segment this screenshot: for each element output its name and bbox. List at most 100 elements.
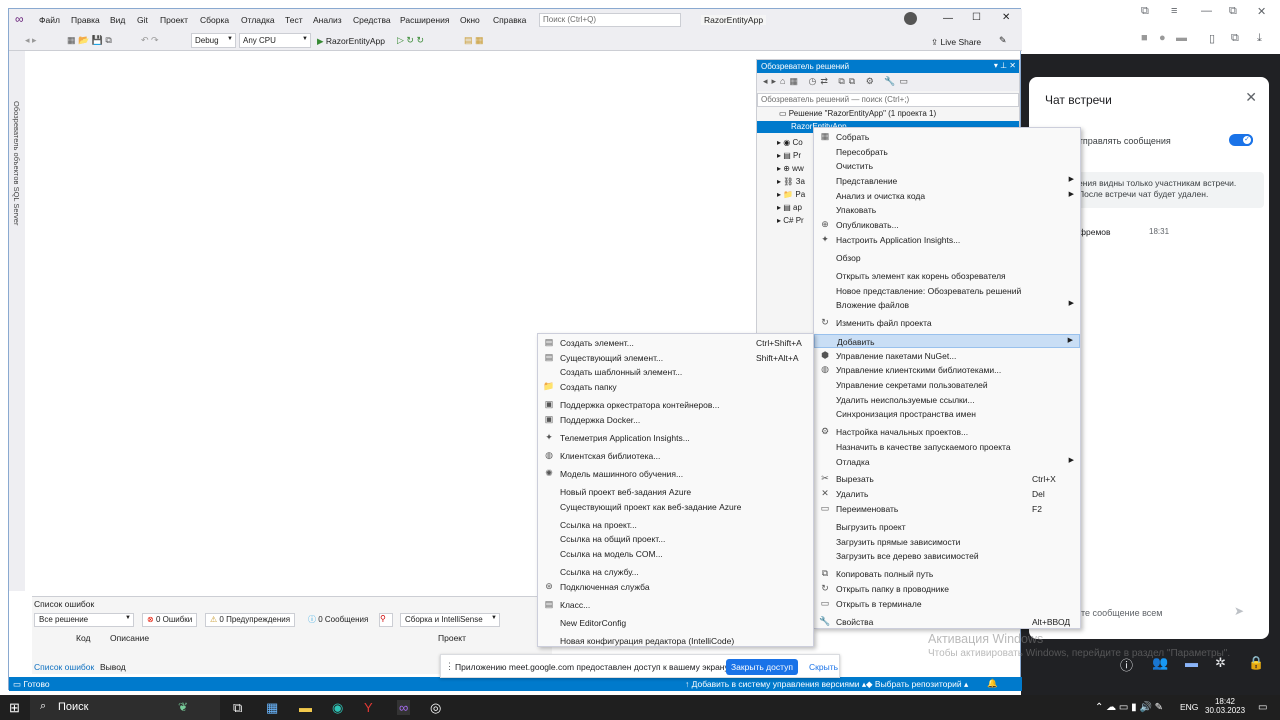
context-menu-item[interactable]: Обзор (814, 251, 1080, 265)
context-menu-item[interactable]: Анализ и очистка кода ▶ (814, 189, 1080, 203)
tab-error-list[interactable]: Список ошибок (34, 662, 94, 672)
context-menu-item[interactable]: ⊕ Опубликовать... (814, 218, 1080, 232)
menu-icon[interactable]: ≡ (1171, 5, 1177, 17)
context-menu-item[interactable]: Представление ▶ (814, 174, 1080, 188)
config-select[interactable]: Debug ▼ (191, 33, 236, 48)
context-menu-item[interactable]: Назначить в качестве запускаемого проект… (814, 440, 1080, 454)
solution-search-input[interactable]: Обозреватель решений — поиск (Ctrl+;) (757, 93, 1019, 107)
add-submenu-item[interactable]: 📁 Создать папку (538, 380, 813, 394)
yandex-browser-icon[interactable]: Y (364, 700, 373, 715)
edge-icon[interactable]: ◉ (332, 700, 343, 716)
add-to-source-control[interactable]: ↑ Добавить в систему управления версиями… (685, 679, 866, 690)
download-icon[interactable]: ⤓ (1257, 32, 1262, 45)
close-icon[interactable]: ✕ (1257, 5, 1266, 18)
new-project-icon[interactable]: ▦ 📂 💾 ⧉ (67, 35, 112, 46)
vs-search-input[interactable]: Поиск (Ctrl+Q) (539, 13, 681, 27)
build-source-select[interactable]: Сборка и IntelliSense ▼ (400, 613, 500, 627)
obs-icon[interactable]: ◎ (430, 700, 441, 716)
context-menu-item[interactable]: Вложение файлов ▶ (814, 298, 1080, 312)
context-menu-item[interactable]: ▭ Открыть в терминале (814, 597, 1080, 611)
sql-object-explorer-tab[interactable]: Обозреватель объектов SQL Server (12, 101, 21, 225)
bookmark-icon[interactable]: ▯ (1209, 32, 1215, 45)
menu-tools[interactable]: Средства (353, 15, 391, 25)
add-submenu-item[interactable]: ✺ Модель машинного обучения... (538, 467, 813, 481)
context-menu-item[interactable]: ✕ Удалить Del (814, 487, 1080, 501)
chat-icon[interactable]: ▬ (1176, 32, 1187, 44)
add-submenu-item[interactable]: Ссылка на модель COM... (538, 547, 813, 561)
send-icon[interactable]: ➤ (1234, 604, 1244, 618)
windows-start-icon[interactable]: ⊞ (9, 700, 20, 716)
add-submenu-item[interactable]: Ссылка на проект... (538, 518, 813, 532)
add-submenu-item[interactable]: ▤ Создать элемент... Ctrl+Shift+A (538, 336, 813, 350)
menu-test[interactable]: Тест (285, 15, 303, 25)
add-submenu-item[interactable]: Создать шаблонный элемент... (538, 365, 813, 379)
minimize-icon[interactable]: — (943, 13, 953, 24)
close-icon[interactable]: ✕ (1002, 12, 1010, 23)
context-menu-item[interactable]: ✦ Настроить Application Insights... (814, 233, 1080, 247)
chat-input[interactable]: те сообщение всем (1081, 608, 1162, 618)
warnings-filter-button[interactable]: ⚠ 0 Предупреждения (205, 613, 296, 627)
live-share-button[interactable]: ⇪ Live Share (931, 37, 981, 48)
notification-icon[interactable]: ▭ (1258, 702, 1267, 713)
context-menu-item[interactable]: ◍ Управление клиентскими библиотеками... (814, 363, 1080, 377)
context-menu-item[interactable]: ⚙ Настройка начальных проектов... (814, 425, 1080, 439)
add-submenu-item[interactable]: ▤ Класс... (538, 598, 813, 612)
add-submenu-item[interactable]: ✦ Телеметрия Application Insights... (538, 431, 813, 445)
clock[interactable]: 18:42 30.03.2023 (1205, 697, 1245, 715)
drag-handle-icon[interactable]: ⋮ (445, 661, 454, 672)
column-project[interactable]: Проект (438, 633, 466, 643)
menu-debug[interactable]: Отладка (241, 15, 275, 25)
task-view-icon[interactable]: ⧉ (233, 700, 242, 716)
context-menu-item[interactable]: Управление секретами пользователей (814, 378, 1080, 392)
feedback-icon[interactable]: ✎ (999, 35, 1007, 46)
context-menu-item[interactable]: ▦ Собрать (814, 130, 1080, 144)
extensions-icon[interactable]: ⧉ (1231, 32, 1239, 45)
back-icon[interactable]: ◂ ▸ (25, 35, 37, 46)
run-without-debug-icon[interactable]: ▷ ↻ ↻ (397, 35, 424, 46)
tree-node[interactable]: ▸ ▤ Pr (777, 151, 801, 160)
menu-git[interactable]: Git (137, 15, 148, 25)
taskbar-search[interactable]: ⌕ Поиск ❦ (30, 695, 220, 720)
notifications-icon[interactable]: 🔔 (987, 678, 998, 689)
context-menu-item[interactable]: Удалить неиспользуемые ссылки... (814, 393, 1080, 407)
language-indicator[interactable]: ENG (1180, 702, 1198, 712)
undo-icon[interactable]: ↶ ↷ (141, 35, 159, 46)
add-submenu-item[interactable]: ▣ Поддержка Docker... (538, 413, 813, 427)
context-menu-item[interactable]: Загрузить все дерево зависимостей (814, 549, 1080, 563)
context-menu-item[interactable]: Добавить ▶ (814, 334, 1080, 348)
toolbar-icons[interactable]: ◂▸⌂▦ ◷⇄ ⧉⧉ ⚙ 🔧▭ (763, 76, 912, 87)
chat-permission-toggle[interactable]: ✓ (1229, 134, 1253, 146)
maximize-icon[interactable]: ☐ (972, 12, 981, 23)
camera-icon[interactable]: ■ (1141, 32, 1148, 44)
pane-buttons-icon[interactable]: ▾ ⊥ ✕ (994, 61, 1016, 70)
add-submenu-item[interactable]: ⊛ Подключенная служба (538, 580, 813, 594)
solution-root-node[interactable]: ▭ Решение "RazorEntityApp" (1 проекта 1) (779, 109, 936, 118)
add-submenu-item[interactable]: ▣ Поддержка оркестратора контейнеров... (538, 398, 813, 412)
select-repository[interactable]: ◆ Выбрать репозиторий ▴ (866, 679, 968, 690)
minimize-icon[interactable]: — (1201, 5, 1212, 17)
add-submenu-item[interactable]: Ссылка на службу... (538, 565, 813, 579)
context-menu-item[interactable]: ⧉ Копировать полный путь (814, 567, 1080, 581)
context-menu-item[interactable]: Загрузить прямые зависимости (814, 535, 1080, 549)
tree-node[interactable]: ▸ ⛓ За (777, 177, 805, 186)
errors-filter-button[interactable]: ⊗ 0 Ошибки (142, 613, 198, 627)
menu-edit[interactable]: Правка (71, 15, 100, 25)
close-icon[interactable]: ✕ (1245, 89, 1257, 106)
context-menu-item[interactable]: Пересобрать (814, 145, 1080, 159)
folder-icon[interactable]: ▤ ▦ (464, 35, 484, 46)
hide-banner-link[interactable]: Скрыть (809, 662, 838, 672)
stop-sharing-button[interactable]: Закрыть доступ (726, 659, 798, 675)
menu-analyze[interactable]: Анализ (313, 15, 342, 25)
messages-filter-button[interactable]: ⓘ 0 Сообщения (304, 613, 372, 627)
context-menu-item[interactable]: Выгрузить проект (814, 520, 1080, 534)
add-submenu-item[interactable]: Ссылка на общий проект... (538, 532, 813, 546)
restore-icon[interactable]: ⧉ (1229, 5, 1237, 18)
tab-output[interactable]: Вывод (100, 662, 126, 672)
add-submenu-item[interactable]: Новый проект веб-задания Azure (538, 485, 813, 499)
lock-icon[interactable]: 🔒 (1248, 655, 1264, 671)
run-button[interactable]: ▶ RazorEntityApp (317, 36, 385, 47)
bookmark-icon[interactable]: ⧉ (1141, 5, 1149, 18)
menu-window[interactable]: Окно (460, 15, 480, 25)
column-code[interactable]: Код (76, 633, 90, 643)
add-submenu-item[interactable]: Существующий проект как веб-задание Azur… (538, 500, 813, 514)
